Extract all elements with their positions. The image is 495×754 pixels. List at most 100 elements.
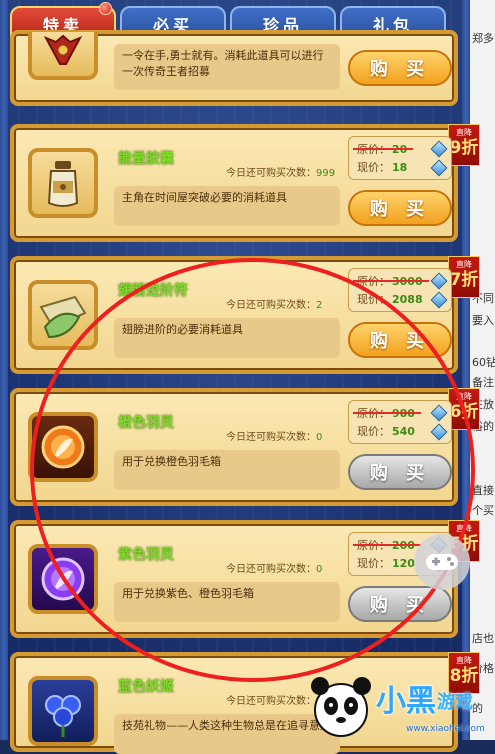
purchase-limit: 今日还可购买次数：999 <box>226 164 335 179</box>
limit-label: 今日还可购买次数： <box>226 564 316 575</box>
energy-capsule-icon <box>47 161 79 207</box>
now-value: 120 <box>392 557 415 570</box>
original-price: 原价： 200 <box>353 537 421 553</box>
item-icon-frame <box>28 544 98 614</box>
item-description: 用于兑换紫色、橙色羽毛箱 <box>114 582 340 622</box>
now-value: 2088 <box>392 293 423 306</box>
strip-text: 直接 <box>472 484 494 497</box>
purchase-limit: 今日还可购买次数：0 <box>226 560 322 575</box>
item-name: 橙色羽灵 <box>118 415 174 431</box>
site-watermark: 小黑 游戏 www.xiaohei.com <box>302 672 495 740</box>
badge-discount: 6折 <box>449 402 479 422</box>
now-label: 现价： <box>357 425 390 438</box>
buy-button[interactable]: 购 买 <box>348 50 452 86</box>
current-price: 现价： 120 <box>357 555 415 571</box>
background-page-strip: 郑多 不同 要入 60钻 备注 在放 俗的 直接 个买 店也 价格 的 <box>470 0 495 740</box>
orig-value: 900 <box>392 407 415 420</box>
diamond-icon <box>430 423 448 441</box>
discount-badge: 直降 6折 <box>448 388 480 430</box>
gamepad-icon <box>426 554 458 570</box>
orig-value: 200 <box>392 539 415 552</box>
badge-label: 直降 <box>456 656 472 665</box>
orig-label: 原价： <box>357 407 390 420</box>
shop-item-card: 直降 9折 能量胶囊 今日还可购买次数：999 主角在时间屋突破必要的消耗道具 … <box>10 124 480 242</box>
original-price: 原价： 900 <box>353 405 421 421</box>
item-icon-frame <box>28 280 98 350</box>
recruit-token-icon <box>43 34 83 65</box>
original-price: 原价： 3000 <box>353 273 429 289</box>
item-description: 翅膀进阶的必要消耗道具 <box>114 318 340 358</box>
buy-button-disabled[interactable]: 购 买 <box>348 454 452 490</box>
diamond-icon <box>430 140 448 158</box>
panda-logo-icon <box>311 677 371 737</box>
strip-text: 郑多 <box>472 32 494 45</box>
limit-count: 999 <box>316 168 336 179</box>
item-name: 紫色羽灵 <box>118 547 174 563</box>
now-value: 18 <box>392 161 408 174</box>
limit-label: 今日还可购买次数： <box>226 432 316 443</box>
diamond-icon <box>430 272 448 290</box>
discount-badge: 直降 7折 <box>448 256 480 298</box>
badge-label: 直降 <box>456 392 472 401</box>
item-name: 翅膀进阶符 <box>118 283 188 299</box>
watermark-brand: 小黑 <box>376 684 436 719</box>
buy-button[interactable]: 购 买 <box>348 322 452 358</box>
item-icon-frame <box>28 32 98 80</box>
item-icon-frame <box>28 148 98 218</box>
limit-label: 今日还可购买次数： <box>226 168 316 179</box>
price-box: 原价： 900 现价： 540 <box>348 400 452 444</box>
current-price: 现价： 2088 <box>357 291 423 307</box>
shop-item-card: 直降 6折 紫色羽灵 今日还可购买次数：0 用于兑换紫色、橙色羽毛箱 原价：20… <box>10 520 480 638</box>
shop-item-card: 直降 7折 翅膀进阶符 今日还可购买次数：2 翅膀进阶的必要消耗道具 原价： 30… <box>10 256 480 374</box>
diamond-icon <box>430 404 448 422</box>
now-label: 现价： <box>357 161 390 174</box>
wing-talisman-icon <box>39 295 87 339</box>
notification-dot <box>99 2 112 15</box>
item-name: 能量胶囊 <box>118 151 174 167</box>
purchase-limit: 今日还可购买次数：2 <box>226 296 322 311</box>
item-icon-frame <box>28 412 98 482</box>
orig-label: 原价： <box>357 143 390 156</box>
orig-label: 原价： <box>357 539 390 552</box>
current-price: 现价： 540 <box>357 423 415 439</box>
badge-label: 直降 <box>456 524 472 533</box>
left-frame <box>0 0 8 740</box>
badge-discount: 7折 <box>449 270 479 290</box>
purple-feather-orb-icon <box>41 557 85 601</box>
price-box: 原价： 3000 现价： 2088 <box>348 268 452 312</box>
badge-label: 直降 <box>456 260 472 269</box>
right-frame <box>462 0 470 740</box>
current-price: 现价： 18 <box>357 159 407 175</box>
watermark-brand-2: 游戏 <box>437 692 473 713</box>
limit-count: 2 <box>316 300 323 311</box>
item-description: 主角在时间屋突破必要的消耗道具 <box>114 186 340 226</box>
strip-text: 个买 <box>472 504 494 517</box>
gamepad-float-button[interactable] <box>414 534 470 590</box>
discount-badge: 直降 9折 <box>448 124 480 166</box>
strip-text: 要入 <box>472 314 494 327</box>
limit-count: 0 <box>316 432 323 443</box>
orig-value: 3000 <box>392 275 423 288</box>
shop-item-card: 直降 6折 橙色羽灵 今日还可购买次数：0 用于兑换橙色羽毛箱 原价： 900 现… <box>10 388 480 506</box>
blue-rose-icon <box>45 695 81 737</box>
price-box: 原价： 20 现价： 18 <box>348 136 452 180</box>
diamond-icon <box>430 159 448 177</box>
diamond-icon <box>430 291 448 309</box>
limit-count: 0 <box>316 564 323 575</box>
purchase-limit: 今日还可购买次数：0 <box>226 428 322 443</box>
watermark-url: www.xiaohei.com <box>406 724 485 734</box>
buy-button[interactable]: 购 买 <box>348 190 452 226</box>
strip-text: 60钻 <box>472 356 495 369</box>
item-icon-frame <box>28 676 98 746</box>
buy-button-disabled[interactable]: 购 买 <box>348 586 452 622</box>
shop-item-card: 一令在手,勇士就有。消耗此道具可以进行一次传奇王者招募 购 买 <box>10 30 458 106</box>
orig-value: 20 <box>392 143 408 156</box>
now-label: 现价： <box>357 293 390 306</box>
badge-discount: 9折 <box>449 138 479 158</box>
badge-label: 直降 <box>456 128 472 137</box>
strip-text: 店也 <box>472 632 494 645</box>
item-description: 一令在手,勇士就有。消耗此道具可以进行一次传奇王者招募 <box>114 44 340 90</box>
orange-feather-orb-icon <box>41 425 85 469</box>
original-price: 原价： 20 <box>352 141 414 157</box>
now-label: 现价： <box>357 557 390 570</box>
